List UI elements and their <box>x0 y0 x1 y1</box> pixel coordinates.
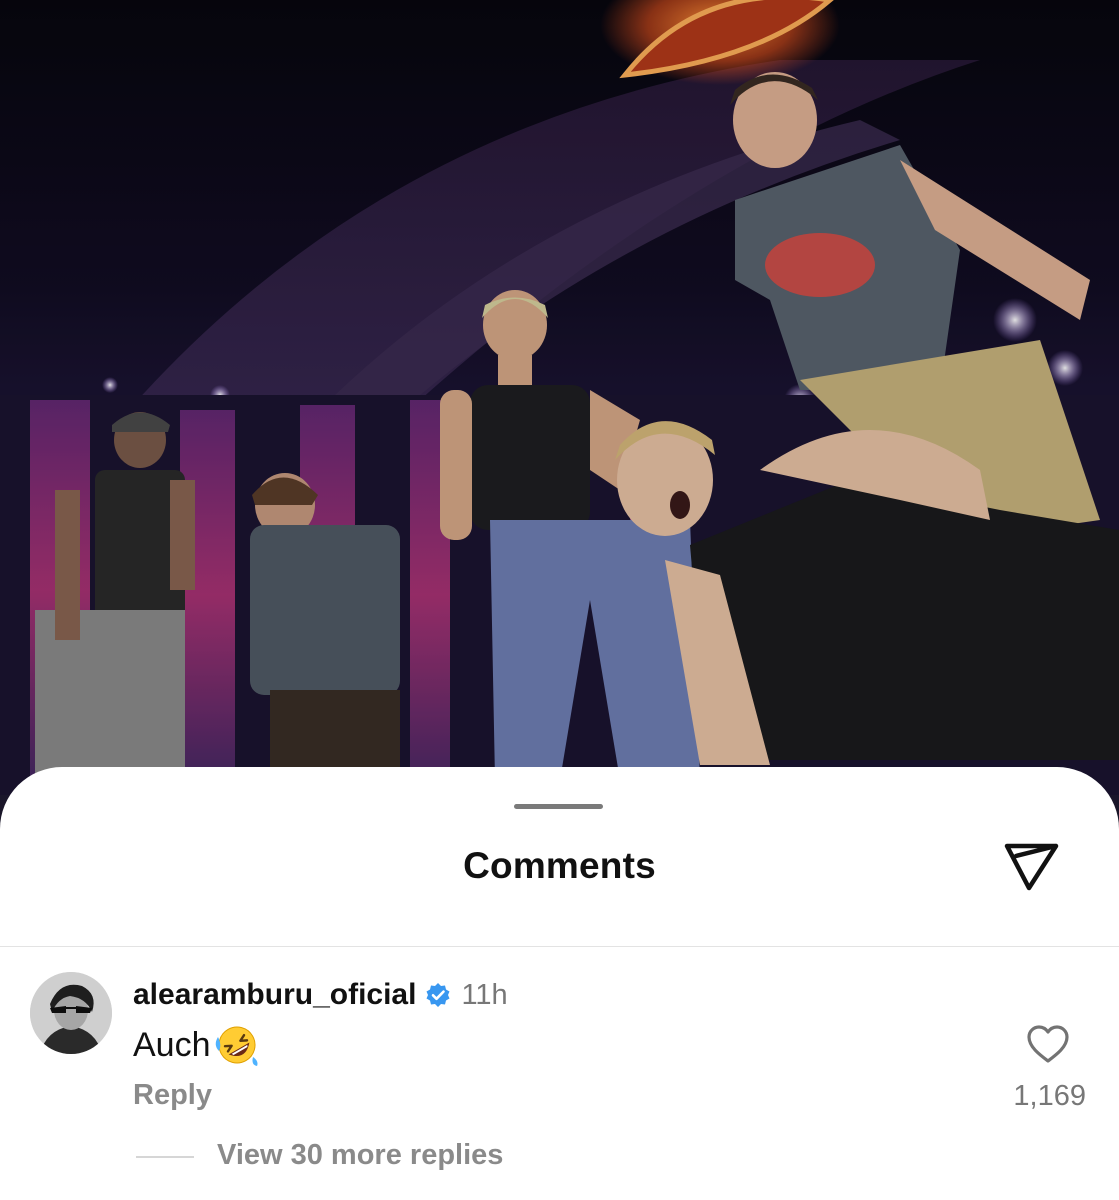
post-photo <box>0 0 1119 830</box>
concert-stage-illustration <box>0 0 1119 830</box>
sheet-divider <box>0 946 1119 947</box>
comment-body: Auch <box>133 1023 261 1067</box>
comments-sheet: Comments alearamburu_oficial 11h Auch Re… <box>0 767 1119 1200</box>
like-count: 1,169 <box>1013 1080 1086 1112</box>
sheet-grabber-handle[interactable] <box>514 804 603 809</box>
comments-title: Comments <box>463 845 656 886</box>
rolling-on-floor-laughing-emoji-icon <box>213 1023 261 1067</box>
comment-text: Auch <box>133 1025 211 1064</box>
comment-timestamp: 11h <box>461 978 508 1011</box>
like-button[interactable] <box>1025 1023 1071 1065</box>
replies-indent-line <box>136 1156 194 1158</box>
reply-button[interactable]: Reply <box>133 1079 212 1112</box>
comment-header: alearamburu_oficial 11h <box>133 975 508 1015</box>
share-button[interactable] <box>1002 840 1062 894</box>
verified-badge-icon <box>425 982 451 1008</box>
comment-username[interactable]: alearamburu_oficial <box>133 978 416 1012</box>
avatar-photo <box>30 972 112 1054</box>
send-icon <box>1004 843 1059 891</box>
avatar[interactable] <box>30 972 112 1054</box>
heart-icon <box>1027 1025 1069 1063</box>
view-more-replies-button[interactable]: View 30 more replies <box>217 1139 503 1172</box>
